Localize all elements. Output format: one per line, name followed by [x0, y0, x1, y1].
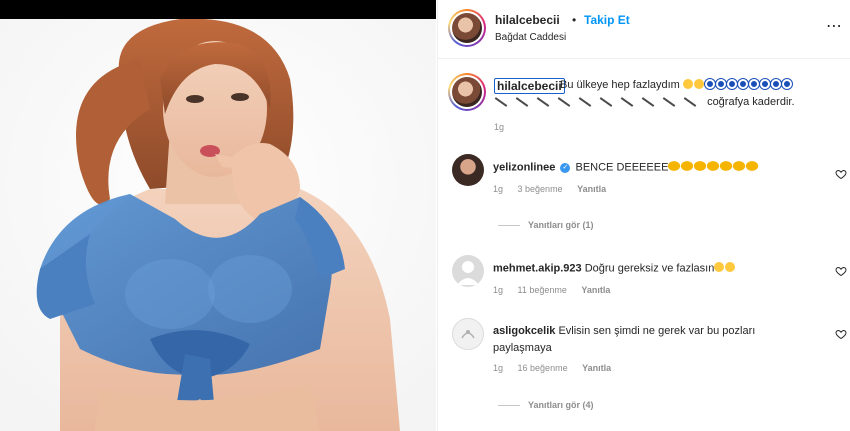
comment-item: mehmet.akip.923 Doğru gereksiz ve fazlas… — [438, 255, 850, 305]
clapping-hands-icon — [719, 159, 734, 173]
reply-button[interactable]: Yanıtla — [582, 363, 611, 373]
divider-line — [498, 225, 520, 227]
commenter-username[interactable]: mehmet.akip.923 — [493, 262, 582, 274]
nazar-amulet-icon — [737, 79, 748, 90]
comment-time[interactable]: 1g — [493, 285, 503, 295]
comment-time[interactable]: 1g — [493, 363, 503, 373]
logo-avatar-icon — [461, 330, 475, 339]
clapping-hands-icon — [680, 159, 695, 173]
caption-emojis — [682, 79, 793, 91]
heart-icon[interactable] — [835, 168, 847, 180]
clapping-hands-icon — [693, 159, 708, 173]
post-header: hilalcebecii • Takip Et Bağdat Caddesi ⋯ — [438, 0, 850, 59]
follow-button[interactable]: Takip Et — [584, 13, 630, 27]
default-avatar-icon — [457, 261, 479, 285]
caption-text-line1: Bu ülkeye hep fazlaydım — [560, 79, 680, 91]
comment-emojis — [714, 260, 736, 277]
nazar-amulet-icon — [715, 79, 726, 90]
post-caption: hilalcebecii Bu ülkeye hep fazlaydım coğ… — [438, 66, 850, 146]
caption-text-line2: coğrafya kaderdir. — [707, 96, 795, 108]
comment-likes[interactable]: 16 beğenme — [518, 363, 568, 373]
syringe-icon — [641, 97, 655, 107]
caption-username[interactable]: hilalcebecii — [494, 78, 565, 94]
comment-emojis — [667, 159, 760, 176]
nazar-amulet-icon — [770, 79, 781, 90]
comment-body: yelizonlinee ✓ BENCE DEEEEEE — [493, 159, 813, 176]
comment-text: Doğru gereksiz ve fazlasın — [584, 262, 715, 275]
laughing-tears-icon — [714, 262, 725, 272]
syringe-icon — [515, 97, 529, 107]
post-photo[interactable] — [0, 19, 436, 431]
clapping-hands-icon — [706, 159, 721, 173]
divider-line — [498, 405, 520, 407]
nazar-amulet-icon — [781, 79, 792, 90]
comment-meta: 1g 3 beğenme Yanıtla — [493, 184, 618, 194]
syringe-icon — [557, 97, 571, 107]
view-replies-label: Yanıtları gör (4) — [528, 400, 594, 410]
nazar-amulet-icon — [759, 79, 770, 90]
comment-body: asligokcelik Evlisin sen şimdi ne gerek … — [493, 323, 793, 357]
comment-item: asligokcelik Evlisin sen şimdi ne gerek … — [438, 318, 850, 418]
nazar-amulet-icon — [726, 79, 737, 90]
clapping-hands-icon — [745, 159, 760, 173]
reply-button[interactable]: Yanıtla — [581, 285, 610, 295]
separator-dot: • — [572, 13, 577, 27]
comment-likes[interactable]: 11 beğenme — [518, 285, 567, 295]
view-replies-button[interactable]: Yanıtları gör (4) — [498, 400, 594, 410]
commenter-avatar[interactable] — [452, 318, 484, 350]
comment-body: mehmet.akip.923 Doğru gereksiz ve fazlas… — [493, 260, 813, 277]
clapping-hands-icon — [732, 159, 747, 173]
laughing-tears-icon — [725, 262, 736, 272]
reply-button[interactable]: Yanıtla — [577, 184, 606, 194]
nazar-amulet-icon — [748, 79, 759, 90]
syringe-icon — [578, 97, 592, 107]
syringe-icon — [599, 97, 613, 107]
comment-likes[interactable]: 3 beğenme — [518, 184, 563, 194]
syringe-icon — [662, 97, 676, 107]
author-username[interactable]: hilalcebecii — [495, 13, 560, 27]
photo-top-bar — [0, 0, 436, 19]
syringe-icon — [536, 97, 550, 107]
comment-meta: 1g 11 beğenme Yanıtla — [493, 285, 622, 295]
smiling-face-hearts-icon — [682, 79, 693, 90]
post-location[interactable]: Bağdat Caddesi — [495, 32, 566, 43]
heart-icon[interactable] — [835, 265, 847, 277]
caption-line2: coğrafya kaderdir. — [494, 96, 795, 108]
comment-item: yelizonlinee ✓ BENCE DEEEEEE 1g 3 beğenm… — [438, 154, 850, 234]
post-image-pane — [0, 0, 436, 431]
comment-time[interactable]: 1g — [493, 184, 503, 194]
comment-meta: 1g 16 beğenme Yanıtla — [493, 363, 623, 373]
commenter-username[interactable]: yelizonlinee — [493, 161, 555, 173]
commenter-avatar[interactable] — [452, 255, 484, 287]
view-replies-label: Yanıtları gör (1) — [528, 220, 594, 230]
post-sidebar: hilalcebecii • Takip Et Bağdat Caddesi ⋯… — [437, 0, 850, 431]
heart-icon[interactable] — [835, 328, 847, 340]
commenter-username[interactable]: asligokcelik — [493, 325, 555, 337]
avatar-image — [452, 77, 482, 107]
comment-text: BENCE DEEEEEE — [575, 161, 669, 174]
caption-time[interactable]: 1g — [494, 122, 504, 132]
more-horizontal-icon[interactable]: ⋯ — [826, 16, 843, 36]
heart-eyes-icon — [693, 79, 704, 90]
commenter-avatar[interactable] — [452, 154, 484, 186]
view-replies-button[interactable]: Yanıtları gör (1) — [498, 220, 594, 230]
verified-badge-icon: ✓ — [560, 163, 571, 174]
caption-text: Bu ülkeye hep fazlaydım — [560, 79, 793, 91]
caption-avatar[interactable] — [448, 73, 486, 111]
clapping-hands-icon — [667, 159, 682, 173]
syringe-icon — [683, 97, 697, 107]
nazar-amulet-icon — [704, 79, 715, 90]
avatar-image — [452, 13, 482, 43]
author-avatar[interactable] — [448, 9, 486, 47]
syringe-icon — [620, 97, 634, 107]
syringe-icon — [494, 97, 508, 107]
